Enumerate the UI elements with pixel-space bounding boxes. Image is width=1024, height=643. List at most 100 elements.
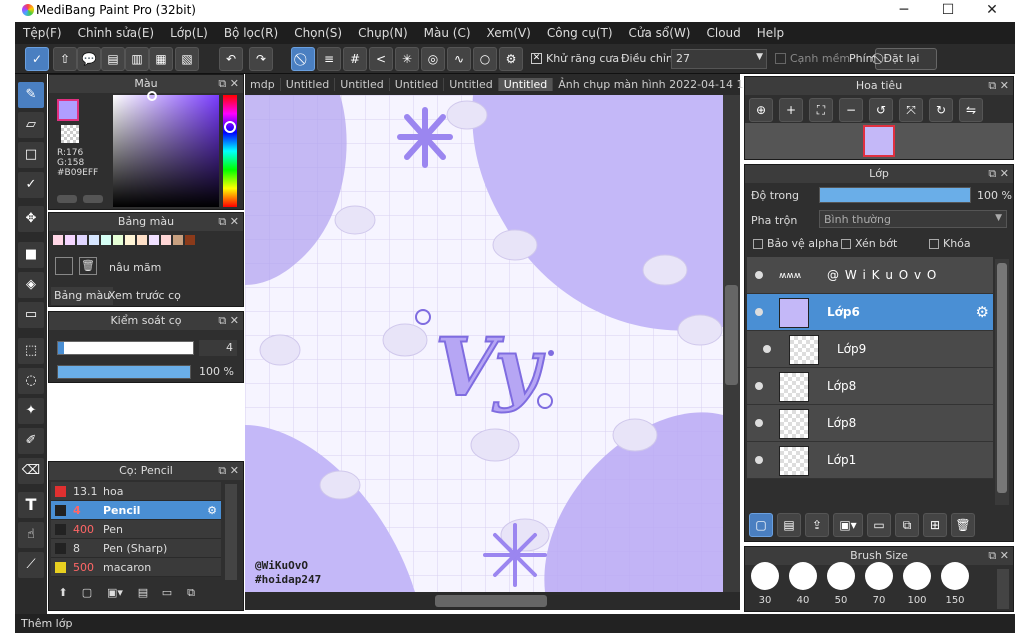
color-picker-cursor[interactable] (147, 91, 157, 101)
import-layer-icon[interactable]: ⇪ (805, 513, 829, 537)
brush-settings-gear-icon[interactable]: ⚙ (207, 501, 217, 520)
brush-size-preset-50[interactable] (827, 562, 855, 590)
brush-size-preset-70[interactable] (865, 562, 893, 590)
share-icon[interactable]: ⇧ (53, 47, 77, 71)
visibility-icon[interactable] (755, 308, 763, 316)
operation-tool-icon[interactable]: ☝ (18, 522, 44, 548)
select-pen-icon[interactable]: ✐ (18, 428, 44, 454)
panel-icon[interactable]: ▥ (125, 47, 149, 71)
close-icon[interactable]: ⧉ ✕ (218, 75, 239, 93)
hue-slider[interactable] (223, 95, 237, 207)
menu-layer[interactable]: Lớp(L) (162, 26, 216, 40)
close-icon[interactable]: ⧉ ✕ (988, 77, 1009, 95)
canvas-area[interactable]: Vy @WiKuOvO #hoidap247 (245, 95, 740, 592)
tab-palette[interactable]: Bảng màu (51, 287, 114, 305)
close-icon[interactable]: ⧉ ✕ (988, 547, 1009, 565)
tab-untitled-4[interactable]: Untitled (444, 78, 499, 91)
menu-edit[interactable]: Chỉnh sửa(E) (70, 26, 163, 40)
scrollbar-thumb[interactable] (435, 595, 547, 607)
menu-select[interactable]: Chọn(S) (286, 26, 350, 40)
fit-window-icon[interactable]: ⛶ (809, 98, 833, 122)
new-layer-icon[interactable]: ▢ (749, 513, 773, 537)
brush-size-scrollbar[interactable] (997, 569, 1009, 609)
radial-snap-icon[interactable]: ✳ (395, 47, 419, 71)
brush-size-value[interactable]: 4 (199, 340, 237, 356)
duplicate-icon[interactable]: ⧉ (181, 586, 201, 606)
menu-snap[interactable]: Chụp(N) (350, 26, 416, 40)
settings-gear-icon[interactable]: ⚙ (499, 47, 523, 71)
tab-untitled-1[interactable]: Untitled (281, 78, 336, 91)
move-tool-icon[interactable]: ✥ (18, 206, 44, 232)
zoom-out-icon[interactable]: − (839, 98, 863, 122)
undo-icon[interactable]: ↶ (219, 47, 243, 71)
vanishing-snap-icon[interactable]: < (369, 47, 393, 71)
dot-tool-icon[interactable]: ✓ (18, 172, 44, 198)
layer-row-selected[interactable]: Lớp6 ⚙ (747, 294, 993, 331)
concentric-snap-icon[interactable]: ◎ (421, 47, 445, 71)
menu-color[interactable]: Màu (C) (416, 26, 479, 40)
canvas-artwork[interactable]: Vy @WiKuOvO #hoidap247 (245, 95, 740, 592)
close-icon[interactable]: ⧉ ✕ (218, 312, 239, 330)
lock-checkbox[interactable] (929, 239, 939, 249)
soft-edge-checkbox[interactable] (775, 53, 786, 64)
close-icon[interactable]: ⧉ ✕ (988, 165, 1009, 183)
color-mode-button[interactable] (57, 195, 77, 203)
new-palette-icon[interactable] (55, 257, 73, 275)
brush-item-pencil[interactable]: 4 Pencil ⚙ (51, 501, 221, 520)
grid-icon[interactable]: ▧ (175, 47, 199, 71)
folder-icon[interactable]: ▭ (157, 586, 177, 606)
brush-item-macaron[interactable]: 500 macaron (51, 558, 221, 577)
layer-row[interactable]: ʍʍʍ @ W i K u O v O (747, 257, 993, 294)
rectangle-tool-icon[interactable]: □ (18, 142, 44, 168)
tab-untitled-2[interactable]: Untitled (335, 78, 390, 91)
parallel-snap-icon[interactable]: ≡ (317, 47, 341, 71)
reset-view-icon[interactable]: ⤧ (899, 98, 923, 122)
select-tool-icon[interactable]: ⬚ (18, 338, 44, 364)
note-icon[interactable]: ▤ (101, 47, 125, 71)
layer-settings-gear-icon[interactable]: ⚙ (976, 303, 989, 321)
layer-menu-icon[interactable]: ▣▾ (833, 513, 863, 537)
brush-list-scrollbar[interactable] (225, 484, 237, 580)
brush-size-preset-30[interactable] (751, 562, 779, 590)
minimize-icon[interactable]: ─ (884, 0, 924, 22)
tab-mdp[interactable]: mdp (245, 78, 281, 91)
navigator-thumbnail[interactable] (863, 125, 895, 157)
palette-entry-name[interactable]: nâu mãm (109, 261, 161, 274)
navigator-preview[interactable] (745, 123, 1013, 159)
brush-size-preset-40[interactable] (789, 562, 817, 590)
redo-icon[interactable]: ↷ (249, 47, 273, 71)
brush-menu-icon[interactable]: ▣▾ (101, 586, 129, 606)
tab-untitled-active[interactable]: Untitled (498, 78, 554, 91)
select-eraser-icon[interactable]: ⌫ (18, 458, 44, 484)
close-icon[interactable]: ⧉ ✕ (218, 213, 239, 231)
add-brush-icon[interactable]: ⬆ (53, 586, 73, 606)
close-icon[interactable]: ✕ (972, 0, 1012, 22)
blend-mode-dropdown[interactable]: Bình thường ▼ (819, 210, 1007, 228)
no-snap-icon[interactable]: ⃠ (291, 47, 315, 71)
brush-tool-icon[interactable]: ✎ (18, 82, 44, 108)
layer-list-scrollbar[interactable] (995, 259, 1009, 505)
text-tool-icon[interactable]: T (18, 492, 44, 518)
layer-row[interactable]: Lớp1 (747, 442, 993, 479)
background-color-swatch[interactable] (61, 125, 79, 143)
color-picker-button[interactable] (83, 195, 103, 203)
eraser-tool-icon[interactable]: ▱ (18, 112, 44, 138)
zoom-in-icon[interactable]: + (779, 98, 803, 122)
antialias-checkbox[interactable]: ✕ (531, 53, 542, 64)
bucket-tool-icon[interactable]: ◈ (18, 272, 44, 298)
tab-untitled-3[interactable]: Untitled (390, 78, 445, 91)
layer-row[interactable]: Lớp8 (747, 405, 993, 442)
reset-button[interactable]: ⃠ Đặt lại (875, 48, 937, 70)
comment-icon[interactable]: 💬 (77, 47, 101, 71)
menu-view[interactable]: Xem(V) (479, 26, 539, 40)
rotate-left-icon[interactable]: ↺ (869, 98, 893, 122)
menu-tools[interactable]: Công cụ(T) (539, 26, 621, 40)
brush-item-pen[interactable]: 400 Pen (51, 520, 221, 539)
layer-row[interactable]: Lớp8 (747, 368, 993, 405)
visibility-icon[interactable] (755, 382, 763, 390)
circle-snap-icon[interactable]: ○ (473, 47, 497, 71)
duplicate-layer-icon[interactable]: ⧉ (895, 513, 919, 537)
maximize-icon[interactable]: ☐ (928, 0, 968, 22)
clip-checkbox[interactable] (841, 239, 851, 249)
rotate-right-icon[interactable]: ↻ (929, 98, 953, 122)
